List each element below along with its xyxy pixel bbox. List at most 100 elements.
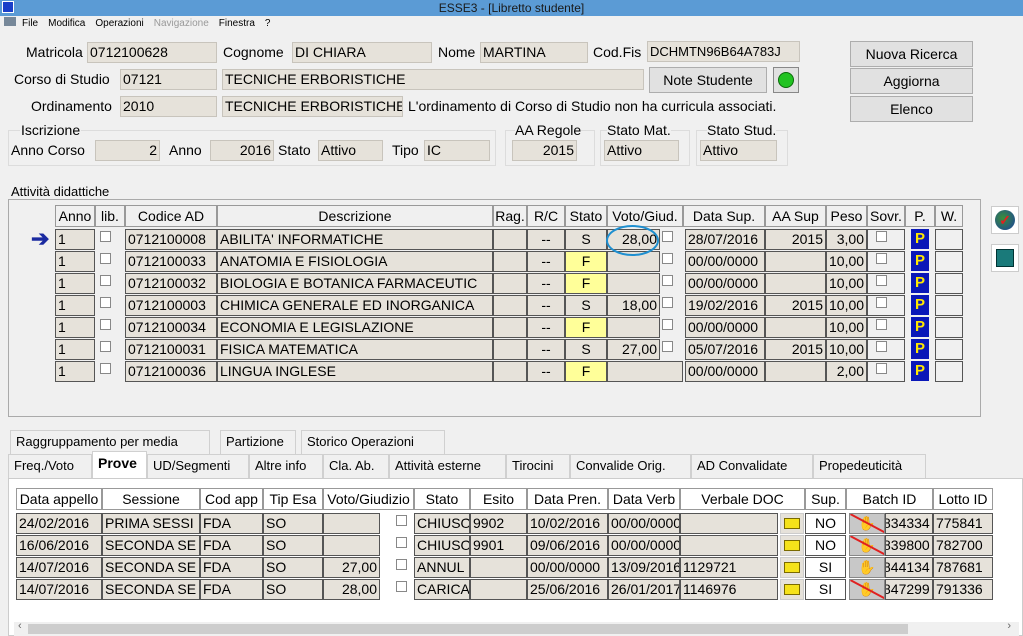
descrizione-cell[interactable]: ECONOMIA E LEGISLAZIONE [217, 317, 493, 338]
data-sup-cell[interactable]: 00/00/0000 [685, 273, 765, 294]
voto-cell[interactable] [607, 317, 660, 338]
column-header-descrizione[interactable]: Descrizione [217, 205, 493, 227]
ordinamento-name-field[interactable]: TECNICHE ERBORISTICHE [222, 96, 403, 117]
peso-cell[interactable]: 2,00 [826, 361, 867, 382]
corso-code-field[interactable]: 07121 [120, 69, 217, 90]
p-button[interactable]: P [911, 361, 929, 381]
anno-cell[interactable]: 1 [55, 295, 95, 316]
sessione-cell[interactable]: PRIMA SESSI [102, 513, 200, 534]
cod-cell[interactable]: FDA [200, 513, 263, 534]
esito-cell[interactable]: 9902 [470, 513, 527, 534]
rag-cell[interactable] [493, 339, 527, 360]
cod-cell[interactable]: FDA [200, 535, 263, 556]
column-header-codicead[interactable]: Codice AD [125, 205, 217, 227]
data-sup-cell[interactable]: 00/00/0000 [685, 317, 765, 338]
column-header-datasup[interactable]: Data Sup. [683, 205, 765, 227]
p-button[interactable]: P [911, 251, 929, 271]
voto-cell[interactable] [607, 273, 660, 294]
nome-field[interactable]: MARTINA [480, 42, 588, 63]
stato-cell[interactable]: F [565, 317, 607, 338]
tab-altre-info[interactable]: Altre info [249, 454, 323, 478]
anno-corso-field[interactable]: 2 [95, 140, 160, 161]
column-header-sessione[interactable]: Sessione [102, 488, 200, 510]
w-cell[interactable] [935, 339, 963, 360]
cod-cell[interactable]: FDA [200, 579, 263, 600]
scroll-left-icon[interactable]: ‹ [18, 620, 22, 632]
column-header-data-appello[interactable]: Data appello [16, 488, 102, 510]
column-header-data-verb[interactable]: Data Verb [608, 488, 680, 510]
menu-help[interactable]: ? [265, 18, 271, 29]
anno-cell[interactable]: 1 [55, 273, 95, 294]
voto-cell[interactable] [607, 361, 683, 382]
data-sup-cell[interactable]: 00/00/0000 [685, 251, 765, 272]
column-header-batch-id[interactable]: Batch ID [846, 488, 933, 510]
batch-hand-button[interactable]: ✋ [849, 579, 885, 600]
anno-cell[interactable]: 1 [55, 251, 95, 272]
verb-cell[interactable]: 00/00/0000 [608, 513, 680, 534]
tab-prove[interactable]: Prove [92, 451, 147, 478]
column-header-sup-[interactable]: Sup. [805, 488, 846, 510]
column-header-cod-app[interactable]: Cod app [200, 488, 263, 510]
open-verbale-button[interactable] [780, 579, 804, 600]
stato-cell[interactable]: F [565, 273, 607, 294]
verb-cell[interactable]: 26/01/2017 [608, 579, 680, 600]
lib-checkbox[interactable] [100, 275, 111, 286]
column-header-w[interactable]: W. [935, 205, 963, 227]
prove-checkbox[interactable] [396, 559, 407, 570]
lib-checkbox[interactable] [100, 341, 111, 352]
column-header-lotto-id[interactable]: Lotto ID [933, 488, 993, 510]
batch-id-cell[interactable]: 839800 [885, 535, 933, 556]
voto-checkbox[interactable] [662, 231, 673, 242]
stato-cell[interactable]: CHIUSO [414, 513, 470, 534]
pren-cell[interactable]: 10/02/2016 [527, 513, 608, 534]
batch-id-cell[interactable]: 847299 [885, 579, 933, 600]
aa-sup-cell[interactable]: 2015 [765, 339, 826, 360]
batch-hand-button[interactable]: ✋ [849, 513, 885, 534]
batch-hand-button[interactable]: ✋ [849, 535, 885, 556]
voto-checkbox[interactable] [662, 319, 673, 330]
menu-navigazione[interactable]: Navigazione [154, 18, 209, 29]
w-cell[interactable] [935, 361, 963, 382]
stato-cell[interactable]: CARICA [414, 579, 470, 600]
w-cell[interactable] [935, 251, 963, 272]
tab-storico-operazioni[interactable]: Storico Operazioni [301, 430, 445, 454]
w-cell[interactable] [935, 273, 963, 294]
rag-cell[interactable] [493, 229, 527, 250]
window-menu-icon[interactable] [4, 17, 16, 26]
rc-cell[interactable]: -- [527, 251, 565, 272]
sup-cell[interactable]: SI [805, 557, 846, 578]
peso-cell[interactable]: 10,00 [826, 317, 867, 338]
voto-cell[interactable]: 28,00 [323, 579, 380, 600]
data-sup-cell[interactable]: 00/00/0000 [685, 361, 765, 382]
lib-checkbox[interactable] [100, 363, 111, 374]
anno-cell[interactable]: 1 [55, 361, 95, 382]
sup-cell[interactable]: NO [805, 513, 846, 534]
descrizione-cell[interactable]: ANATOMIA E FISIOLOGIA [217, 251, 493, 272]
aa-sup-cell[interactable]: 2015 [765, 295, 826, 316]
lotto-id-cell[interactable]: 775841 [933, 513, 993, 534]
sovr-checkbox[interactable] [876, 231, 887, 242]
pren-cell[interactable]: 25/06/2016 [527, 579, 608, 600]
p-button[interactable]: P [911, 273, 929, 293]
peso-cell[interactable]: 10,00 [826, 251, 867, 272]
stato-cell[interactable]: S [565, 339, 607, 360]
tip-cell[interactable]: SO [263, 535, 323, 556]
voto-cell[interactable] [323, 513, 380, 534]
stato-cell[interactable]: ANNUL [414, 557, 470, 578]
tab-tirocini[interactable]: Tirocini [506, 454, 570, 478]
codice-ad-cell[interactable]: 0712100036 [125, 361, 217, 382]
batch-hand-button[interactable]: ✋ [849, 557, 885, 578]
tip-cell[interactable]: SO [263, 513, 323, 534]
aa-sup-cell[interactable] [765, 251, 826, 272]
lotto-id-cell[interactable]: 787681 [933, 557, 993, 578]
voto-checkbox[interactable] [662, 253, 673, 264]
w-cell[interactable] [935, 295, 963, 316]
verb-cell[interactable]: 00/00/0000 [608, 535, 680, 556]
sessione-cell[interactable]: SECONDA SE [102, 557, 200, 578]
sovr-checkbox[interactable] [876, 253, 887, 264]
sovr-checkbox[interactable] [876, 319, 887, 330]
data-sup-cell[interactable]: 19/02/2016 [685, 295, 765, 316]
column-header-stato[interactable]: Stato [414, 488, 470, 510]
voto-checkbox[interactable] [662, 275, 673, 286]
descrizione-cell[interactable]: ABILITA' INFORMATICHE [217, 229, 493, 250]
